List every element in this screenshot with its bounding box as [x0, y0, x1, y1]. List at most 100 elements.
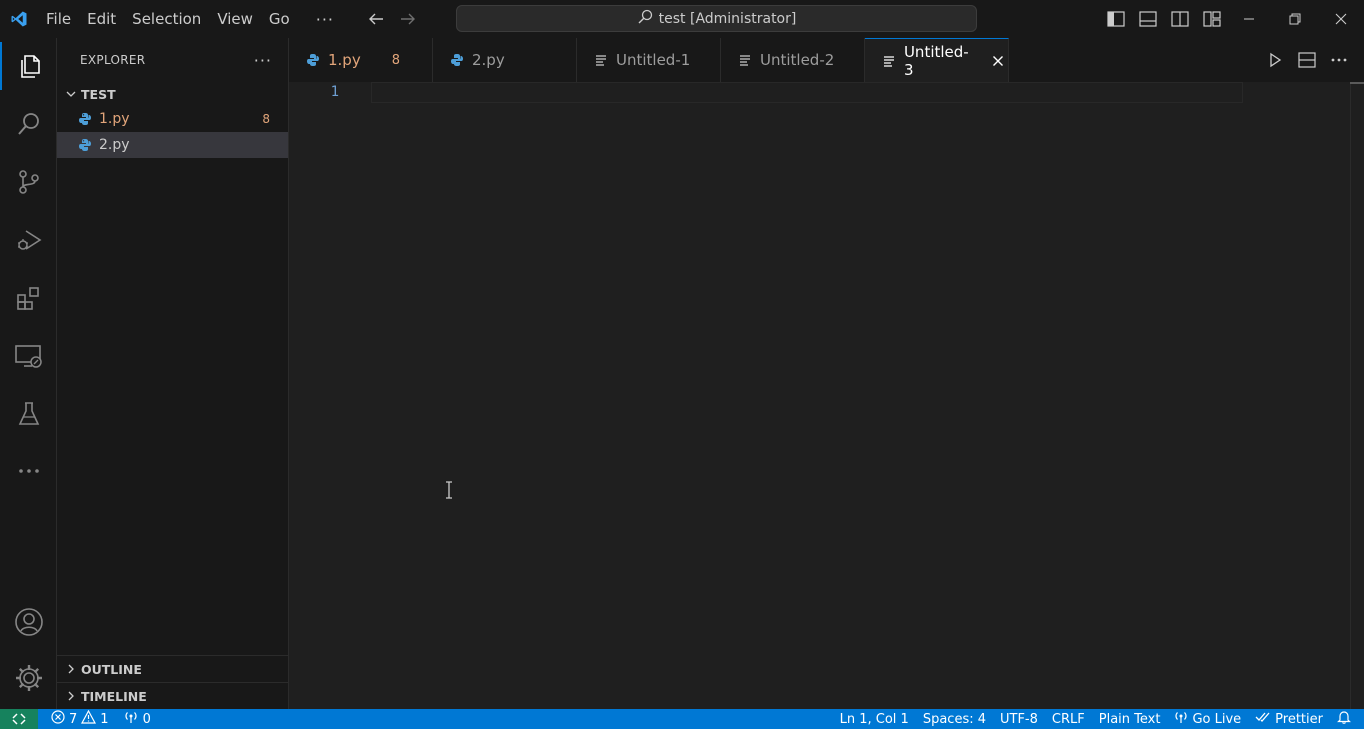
prettier-button[interactable]: Prettier — [1248, 709, 1330, 729]
menu-edit[interactable]: Edit — [79, 0, 124, 38]
status-bar: 7 1 0 Ln 1, Col 1 Spaces: 4 UTF-8 CRLF P… — [0, 709, 1364, 729]
tab-untitled-1[interactable]: Untitled-1 — [577, 38, 721, 82]
broadcast-icon — [123, 710, 139, 728]
language-mode-button[interactable]: Plain Text — [1092, 709, 1168, 729]
text-file-icon — [593, 52, 609, 68]
bell-icon — [1337, 710, 1351, 728]
line-number: 1 — [330, 84, 339, 100]
extensions-icon[interactable] — [0, 274, 57, 322]
tab-label: 1.py — [328, 51, 361, 69]
editor-tab-bar: 1.py 8 2.py Untitled-1 Untitled-2 Untitl… — [289, 38, 1364, 82]
tab-label: Untitled-3 — [903, 42, 969, 79]
python-file-icon — [305, 52, 321, 68]
search-icon[interactable] — [0, 100, 57, 148]
editor-area[interactable]: 1 — [289, 82, 1364, 709]
command-center-label: test [Administrator] — [658, 10, 797, 27]
python-file-icon — [449, 52, 465, 68]
menu-bar: File Edit Selection View Go ··· — [38, 0, 344, 38]
title-bar: File Edit Selection View Go ··· test [Ad… — [0, 0, 1364, 38]
source-control-icon[interactable] — [0, 158, 57, 206]
toggle-primary-sidebar-icon[interactable] — [1104, 7, 1128, 31]
notifications-button[interactable] — [1330, 709, 1358, 729]
mouse-ibeam-cursor-icon — [444, 481, 454, 503]
tab-2py[interactable]: 2.py — [433, 38, 577, 82]
menu-more-button[interactable]: ··· — [306, 10, 344, 29]
scrollbar-thumb[interactable] — [1350, 82, 1364, 84]
explorer-icon[interactable] — [0, 42, 57, 90]
testing-icon[interactable] — [0, 390, 57, 438]
chevron-down-icon — [63, 86, 79, 102]
vertical-scrollbar[interactable] — [1350, 82, 1364, 709]
activity-bar — [0, 38, 57, 709]
search-icon — [637, 9, 653, 29]
toggle-panel-icon[interactable] — [1136, 7, 1160, 31]
command-center-search[interactable]: test [Administrator] — [456, 5, 977, 32]
tab-label: Untitled-2 — [760, 51, 835, 69]
more-actions-icon[interactable] — [1328, 49, 1350, 71]
close-window-button[interactable] — [1318, 0, 1364, 38]
python-file-icon — [77, 137, 93, 153]
menu-selection[interactable]: Selection — [124, 0, 209, 38]
back-arrow-icon[interactable] — [364, 7, 388, 31]
file-name: 2.py — [99, 137, 130, 153]
indentation-button[interactable]: Spaces: 4 — [916, 709, 993, 729]
go-live-label: Go Live — [1192, 711, 1242, 727]
go-live-button[interactable]: Go Live — [1167, 709, 1248, 729]
ports-button[interactable]: 0 — [116, 709, 158, 729]
remote-explorer-icon[interactable] — [0, 332, 57, 380]
restore-button[interactable] — [1272, 0, 1318, 38]
ports-count: 0 — [142, 711, 151, 727]
timeline-label: TIMELINE — [81, 688, 147, 704]
run-debug-icon[interactable] — [0, 216, 57, 264]
chevron-right-icon — [63, 688, 79, 704]
close-tab-icon[interactable] — [988, 51, 1008, 71]
account-icon[interactable] — [0, 598, 57, 646]
problem-count-badge: 8 — [262, 112, 270, 126]
tab-label: Untitled-1 — [616, 51, 691, 69]
minimize-button[interactable] — [1226, 0, 1272, 38]
tab-1py[interactable]: 1.py 8 — [289, 38, 433, 82]
explorer-sidebar: EXPLORER ··· TEST 1.py 8 2.py OUTLINE TI… — [57, 38, 289, 709]
text-file-icon — [737, 52, 753, 68]
current-line-highlight — [371, 82, 1243, 103]
split-editor-icon[interactable] — [1296, 49, 1318, 71]
file-item-1py[interactable]: 1.py 8 — [57, 106, 288, 132]
cursor-position-button[interactable]: Ln 1, Col 1 — [833, 709, 916, 729]
run-icon[interactable] — [1264, 49, 1286, 71]
menu-view[interactable]: View — [209, 0, 261, 38]
text-file-icon — [881, 53, 897, 69]
problems-button[interactable]: 7 1 — [44, 709, 116, 729]
folder-label: TEST — [81, 86, 116, 102]
sidebar-more-actions-button[interactable]: ··· — [254, 51, 272, 70]
double-check-icon — [1255, 711, 1271, 727]
file-name: 1.py — [99, 111, 130, 127]
customize-layout-icon[interactable] — [1200, 7, 1224, 31]
broadcast-icon — [1174, 710, 1188, 728]
forward-arrow-icon[interactable] — [396, 7, 420, 31]
timeline-section-header[interactable]: TIMELINE — [57, 682, 289, 709]
menu-go[interactable]: Go — [261, 0, 298, 38]
chevron-right-icon — [63, 661, 79, 677]
error-count: 7 — [69, 711, 78, 727]
warning-icon — [81, 709, 97, 728]
prettier-label: Prettier — [1275, 711, 1323, 727]
outline-label: OUTLINE — [81, 661, 142, 677]
more-icon[interactable] — [0, 447, 57, 495]
sidebar-title: EXPLORER — [80, 53, 146, 67]
tab-untitled-2[interactable]: Untitled-2 — [721, 38, 865, 82]
menu-file[interactable]: File — [38, 0, 79, 38]
python-file-icon — [77, 111, 93, 127]
encoding-button[interactable]: UTF-8 — [993, 709, 1045, 729]
eol-button[interactable]: CRLF — [1045, 709, 1092, 729]
outline-section-header[interactable]: OUTLINE — [57, 655, 289, 682]
toggle-secondary-sidebar-icon[interactable] — [1168, 7, 1192, 31]
remote-indicator-button[interactable] — [0, 709, 38, 729]
vscode-logo-icon — [0, 0, 38, 38]
tab-untitled-3[interactable]: Untitled-3 — [865, 38, 1009, 82]
manage-gear-icon[interactable] — [0, 654, 57, 702]
problem-count-badge: 8 — [391, 52, 400, 68]
error-icon — [51, 710, 65, 728]
folder-test[interactable]: TEST — [57, 82, 288, 106]
tab-label: 2.py — [472, 51, 505, 69]
file-item-2py[interactable]: 2.py — [57, 132, 288, 158]
